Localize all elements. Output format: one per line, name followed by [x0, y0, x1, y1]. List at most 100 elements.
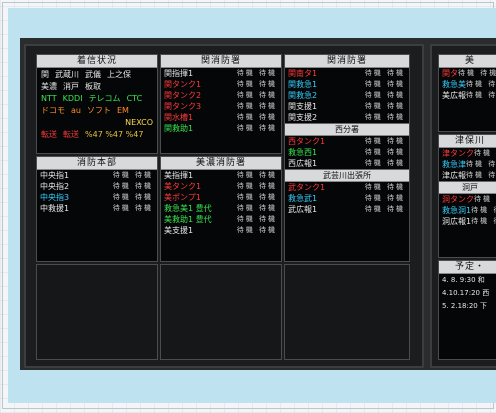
- unit-row: 美ポンプ1 待機 待機: [161, 192, 281, 203]
- unit-row: 救急美待機 待機: [439, 79, 496, 90]
- unit-status: 待機 待機: [364, 159, 405, 167]
- unit-name: 救急美1 豊代: [164, 204, 212, 213]
- unit-row: 中央指1 待機 待機: [37, 170, 157, 181]
- status-token: 関: [41, 69, 49, 79]
- panel-header: 着信状況: [37, 55, 157, 68]
- unit-name: 関指揮1: [164, 69, 194, 78]
- unit-name: 救急津: [442, 160, 466, 169]
- unit-list: 関指揮1 待機 待機 関タンク1 待機 待機 関タンク2 待機 待機 関タンク3 待機 待機関…: [161, 68, 281, 134]
- unit-status: 待機 待機: [364, 148, 405, 156]
- display-cabinet-right: 美 関タ待機 待機救急美待機 待機美広報待機 待機 津保川 津タンク待機 待機救…: [430, 44, 496, 368]
- unit-name: 関救急1: [288, 80, 318, 89]
- status-line: 美濃 消戸 板取: [37, 80, 157, 92]
- unit-status: 待機 待機: [458, 69, 496, 77]
- unit-name: 関タンク1: [164, 80, 202, 89]
- unit-list: 武タンク1 待機 待機 救急武1 待機 待機 武広報1 待機 待機: [285, 182, 409, 215]
- unit-name: 関支援2: [288, 113, 318, 122]
- status-token: CTC: [126, 93, 143, 103]
- unit-name: 関タンク2: [164, 91, 202, 100]
- unit-row: 関タンク3 待機 待機: [161, 101, 281, 112]
- unit-status: 待機 待機: [236, 102, 277, 110]
- unit-list: 関南タ1 待機 待機 関救急1 待機 待機 関救急2 待機 待機 関支援1 待機 待機 関支援2…: [285, 68, 409, 123]
- schedule-list: 4. 8. 9:30 和 4.10.17:20 西 5. 2.18:20 下: [439, 274, 496, 313]
- unit-row: 関救急2 待機 待機: [285, 90, 409, 101]
- unit-status: 待機 待機: [112, 204, 153, 212]
- unit-row: 関タンク2 待機 待機: [161, 90, 281, 101]
- unit-name: 関タンク3: [164, 102, 202, 111]
- unit-name: 西タンク1: [288, 137, 326, 146]
- unit-row: 関支援1 待機 待機: [285, 101, 409, 112]
- unit-row: 救急津待機 待機: [439, 159, 496, 170]
- unit-status: 待機 待機: [364, 113, 405, 121]
- unit-list: 美指揮1 待機 待機 美タンク1 待機 待機 美ポンプ1 待機 待機 救急美1 豊代 待機 待…: [161, 170, 281, 236]
- unit-name: 関支援1: [288, 102, 318, 111]
- unit-status: 待機 待機: [364, 205, 405, 213]
- unit-status: 待機 待機: [236, 204, 277, 212]
- unit-name: 救急美: [442, 80, 466, 89]
- panel-blank-2: [160, 264, 282, 360]
- panel-header: 津保川: [439, 135, 496, 148]
- panel-header: 美濃消防署: [161, 157, 281, 170]
- unit-row: 救急洞1待機 待機: [439, 205, 496, 216]
- unit-status: 待機 待機: [236, 91, 277, 99]
- status-token: ソフト: [86, 105, 111, 115]
- unit-name: 関救助1: [164, 124, 194, 133]
- unit-status: 待機 待機: [471, 217, 496, 225]
- status-token: 上之保: [107, 69, 131, 79]
- panel-mino: 美濃消防署 美指揮1 待機 待機 美タンク1 待機 待機 美ポンプ1 待機 待機 救急美1 …: [160, 156, 282, 262]
- unit-status: 待機 待機: [236, 215, 277, 223]
- status-token: 転送: [63, 129, 79, 139]
- unit-status: 待機 待機: [364, 69, 405, 77]
- status-token: %47 %47 %47: [85, 129, 144, 139]
- sub-header: 武芸川出張所: [285, 169, 409, 182]
- unit-status: 待機 待機: [236, 193, 277, 201]
- status-token: ドコモ: [41, 105, 65, 115]
- unit-name: 武タンク1: [288, 183, 326, 192]
- unit-name: 武広報1: [288, 205, 318, 214]
- unit-row: 美タンク1 待機 待機: [161, 181, 281, 192]
- status-token: EM: [116, 105, 129, 115]
- schedule-line: 4. 8. 9:30 和: [442, 276, 485, 284]
- status-token: 美濃: [41, 81, 57, 91]
- unit-name: 救急西1: [288, 148, 318, 157]
- unit-row: 美救助1 豊代 待機 待機: [161, 214, 281, 225]
- unit-status: 待機 待機: [236, 80, 277, 88]
- status-token: KDDI: [62, 93, 83, 103]
- status-list: 関武蔵川 武儀 上之保 美濃 消戸 板取 NTT KDDI テレコム CTC ドコモ au ソフト EM N…: [37, 68, 157, 140]
- unit-status: 待機 待機: [466, 160, 496, 168]
- unit-name: 津広報: [442, 171, 466, 180]
- display-cabinet: 着信状況 関武蔵川 武儀 上之保 美濃 消戸 板取 NTT KDDI テレコム CTC ドコモ au ソ…: [24, 44, 424, 368]
- unit-status: 待機 待機: [466, 91, 496, 99]
- panel-header: 美: [439, 55, 496, 68]
- schedule-line: 4.10.17:20 西: [442, 289, 490, 297]
- status-token: 武儀: [85, 69, 101, 79]
- status-line: 転送 転送 %47 %47 %47: [37, 128, 157, 140]
- unit-list: 中央指1 待機 待機 中央指2 待機 待機 中央指3 待機 待機 中救援1 待機 待機: [37, 170, 157, 214]
- unit-row: 救急美1 豊代 待機 待機: [161, 203, 281, 214]
- unit-status: 待機 待機: [112, 193, 153, 201]
- unit-row: 関指揮1 待機 待機: [161, 68, 281, 79]
- status-token: テレコム: [88, 93, 121, 103]
- status-token: NTT: [41, 93, 57, 103]
- panel-right-3: 予定・ 4. 8. 9:30 和 4.10.17:20 西 5. 2.18:20 下: [438, 260, 496, 360]
- unit-name: 美救助1 豊代: [164, 215, 212, 224]
- panel-header: 予定・: [439, 261, 496, 274]
- status-token: 武蔵川: [55, 69, 79, 79]
- unit-row: 中救援1 待機 待機: [37, 203, 157, 214]
- unit-status: 待機 待機: [471, 206, 496, 214]
- unit-status: 待機 待機: [474, 149, 496, 157]
- panel-chakushin: 着信状況 関武蔵川 武儀 上之保 美濃 消戸 板取 NTT KDDI テレコム CTC ドコモ au ソ…: [36, 54, 158, 154]
- unit-status: 待機 待機: [474, 195, 496, 203]
- unit-name: 救急武1: [288, 194, 318, 203]
- unit-status: 待機 待機: [236, 124, 277, 132]
- unit-name: 美ポンプ1: [164, 193, 201, 202]
- unit-name: 関水槽1: [164, 113, 194, 122]
- status-token: 消戸: [63, 81, 79, 91]
- panel-kanto: 関消防署 関南タ1 待機 待機 関救急1 待機 待機 関救急2 待機 待機 関支援1 待機 待…: [284, 54, 410, 262]
- unit-name: 救急洞1: [442, 206, 472, 215]
- unit-status: 待機 待機: [236, 226, 277, 234]
- unit-name: 中央指1: [40, 171, 70, 180]
- unit-list: 洞タンク待機 待機救急洞1待機 待機洞広報1待機 待機: [439, 194, 496, 227]
- unit-row: 美指揮1 待機 待機: [161, 170, 281, 181]
- unit-row: 救急武1 待機 待機: [285, 193, 409, 204]
